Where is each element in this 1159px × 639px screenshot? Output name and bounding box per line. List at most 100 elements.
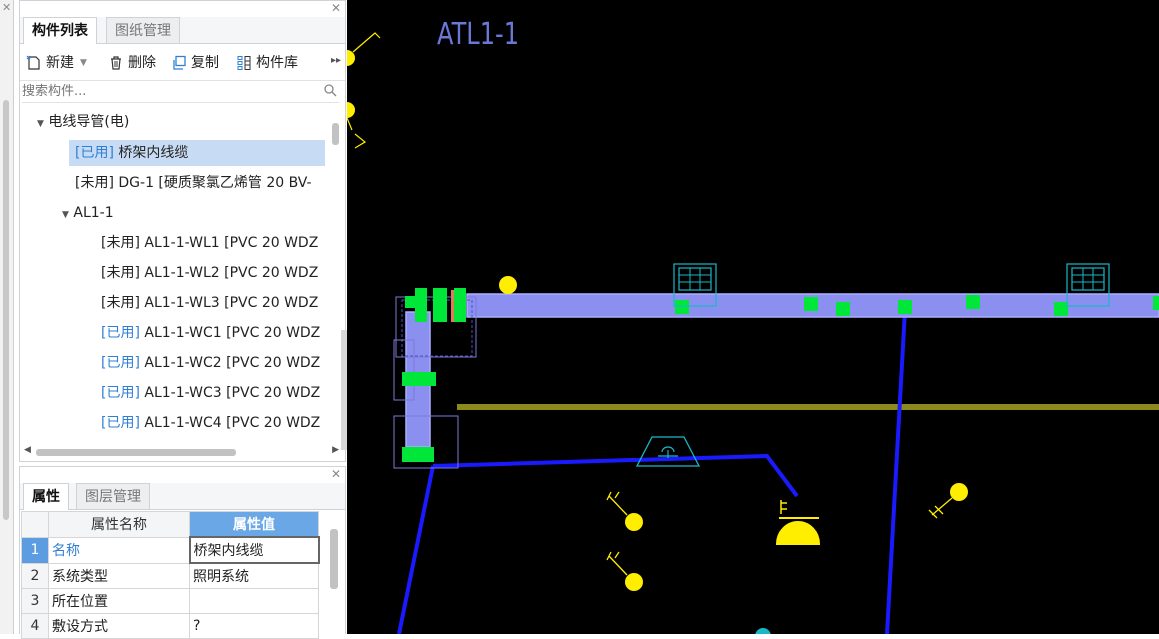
property-row[interactable]: 4 敷设方式 ? [21,613,319,639]
tab-component-list[interactable]: 构件列表 [23,17,97,44]
expand-arrow-icon[interactable]: ▼ [37,119,44,129]
component-library-button[interactable]: 构件库 [236,52,298,74]
tree-item-status: [已用] [101,415,140,431]
tree-item-label: AL1-1-WC3 [PVC 20 WDZ [139,385,321,401]
marker[interactable] [804,297,818,311]
tree-item-status: [已用] [101,355,140,371]
tree-item[interactable]: [已用] AL1-1-WC2 [PVC 20 WDZ [101,350,327,376]
tree-horizontal-scrollbar[interactable]: ◀ ▶ [22,445,339,459]
property-row[interactable]: 3 所在位置 [21,588,319,614]
marker[interactable] [402,372,436,386]
tree-item[interactable]: [未用] DG-1 [硬质聚氯乙烯管 20 BV- [75,170,327,196]
tree-item-status: [未用] [101,235,140,251]
tree-item[interactable]: [未用] AL1-1-WL1 [PVC 20 WDZ [101,230,327,256]
marker[interactable] [836,302,850,316]
tab-properties[interactable]: 属性 [23,483,69,510]
row-number: 4 [21,613,49,639]
tree-group-conduit[interactable]: ▼ 电线导管(电) [37,109,327,135]
tree-item-label: AL1-1-WL1 [PVC 20 WDZ [139,235,319,251]
cad-canvas[interactable]: ATL1-1 [339,0,1159,639]
search-input[interactable] [22,82,302,100]
tree-item-status: [已用] [101,385,140,401]
property-value-header: 属性值 [189,511,319,538]
tree-item-label: AL1-1-WC1 [PVC 20 WDZ [139,325,321,341]
new-file-icon [26,55,40,70]
tree-item-status: [已用] [101,325,140,341]
component-tabbar: 构件列表 图纸管理 [20,17,345,44]
scroll-right-icon[interactable]: ▶ [332,445,339,455]
marker[interactable] [898,300,912,314]
light-fixture-icon[interactable] [339,50,355,66]
marker[interactable] [402,447,434,462]
drawing[interactable]: ATL1-1 [339,0,1159,639]
tab-layer-management[interactable]: 图层管理 [76,483,150,509]
tree-item[interactable]: [已用] AL1-1-WC3 [PVC 20 WDZ [101,380,327,406]
outlet-icon[interactable] [928,483,968,519]
search-box [22,82,339,103]
left-scrollbar[interactable] [3,100,9,520]
fixture-icon[interactable] [755,628,771,639]
close-icon[interactable]: ✕ [2,1,11,14]
light-fixture-icon[interactable] [499,276,517,294]
library-icon [237,56,251,70]
new-button[interactable]: 新建 ▼ [26,52,87,74]
marker[interactable] [675,300,689,314]
outlet-icon[interactable] [606,491,643,531]
panel-close-icon[interactable]: ✕ [331,1,341,15]
search-icon[interactable] [323,83,337,97]
property-row[interactable]: 1 名称 桥架内线缆 [21,536,320,564]
tree-item-label: DG-1 [硬质聚氯乙烯管 20 BV- [113,175,312,191]
dome-light-icon[interactable] [775,500,821,545]
wire[interactable] [397,465,435,635]
marker[interactable] [1054,302,1068,316]
more-tools-icon[interactable]: ▸▸ [331,55,341,66]
row-number: 2 [21,562,49,589]
wire[interactable] [432,453,799,498]
tree-item[interactable]: [已用] AL1-1-WC1 [PVC 20 WDZ [101,320,327,346]
property-value[interactable]: 照明系统 [189,562,319,589]
light-fixture-icon[interactable] [339,102,355,118]
tree-item[interactable]: [已用] AL1-1-WC4 [PVC 20 WDZ [101,410,327,436]
switch-symbol-icon[interactable] [635,436,701,467]
row-number-header [21,511,49,538]
copy-button[interactable]: 复制 [171,52,219,74]
tab-drawing-management[interactable]: 图纸管理 [106,17,180,43]
property-panel: ✕ 属性 图层管理 属性名称 属性值 1 名称 桥架内线缆 2 系统类型 照明系… [19,466,346,639]
property-table: 属性名称 属性值 1 名称 桥架内线缆 2 系统类型 照明系统 3 所在位置 4… [21,511,320,639]
marker[interactable] [454,288,466,322]
library-label: 构件库 [256,55,298,71]
property-value[interactable] [189,588,319,614]
marker[interactable] [966,295,980,309]
left-dock-strip: ✕ [0,0,14,634]
tree-item-status: [未用] [75,175,114,191]
scrollbar-thumb[interactable] [36,449,236,456]
dropdown-arrow-icon[interactable]: ▼ [80,52,87,74]
tree-vertical-scrollbar[interactable] [329,105,341,445]
tree-item-label: AL1-1-WL2 [PVC 20 WDZ [139,265,319,281]
panel-close-icon[interactable]: ✕ [331,467,341,481]
property-scrollbar[interactable] [330,529,338,589]
marker[interactable] [433,288,447,322]
property-name: 敷设方式 [48,613,190,639]
wire[interactable] [885,309,907,635]
delete-label: 删除 [128,55,156,71]
tree-group-al1-1[interactable]: ▼ AL1-1 [62,200,327,226]
tree-item[interactable]: [未用] AL1-1-WL2 [PVC 20 WDZ [101,260,327,286]
marker[interactable] [415,288,427,322]
tree-item[interactable]: [未用] AL1-1-WL3 [PVC 20 WDZ [101,290,327,316]
expand-arrow-icon[interactable]: ▼ [62,210,69,220]
row-number: 3 [21,588,49,614]
property-value[interactable]: ? [189,613,319,639]
tree-item[interactable]: [已用] 桥架内线缆 [75,140,325,166]
trash-icon [111,56,121,70]
property-tabbar: 属性 图层管理 [20,483,345,510]
property-row[interactable]: 2 系统类型 照明系统 [21,562,319,589]
scroll-left-icon[interactable]: ◀ [24,445,31,455]
scrollbar-thumb[interactable] [332,123,339,145]
drawing-label: ATL1-1 [437,17,519,52]
delete-button[interactable]: 删除 [108,52,156,74]
tree-item-label: AL1-1-WC4 [PVC 20 WDZ [139,415,321,431]
property-value-input[interactable]: 桥架内线缆 [188,536,320,564]
outlet-icon[interactable] [606,551,643,591]
marker[interactable] [1153,296,1159,310]
